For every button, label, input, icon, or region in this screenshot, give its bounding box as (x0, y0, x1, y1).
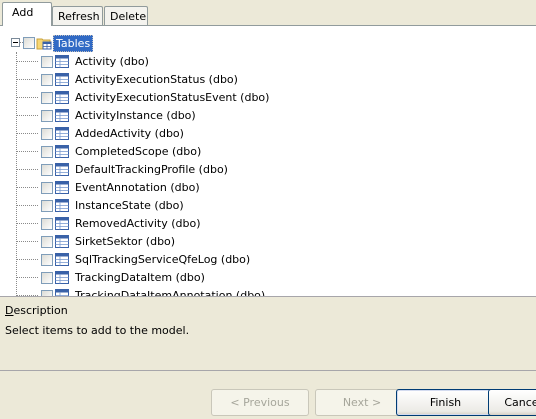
tree-item[interactable]: TrackingDataItem (dbo) (0, 269, 536, 287)
item-label: AddedActivity (dbo) (75, 127, 184, 140)
cancel-button[interactable]: Cancel (488, 389, 536, 416)
table-icon (55, 163, 69, 176)
tables-tree[interactable]: Tables Activity (dbo) ActivityExecutionSt… (0, 26, 536, 296)
item-label: TrackingDataItemAnnotation (dbo) (75, 289, 266, 296)
item-checkbox[interactable] (41, 74, 53, 86)
tree-connector (17, 277, 38, 278)
item-label: RemovedActivity (dbo) (75, 217, 201, 230)
tree-item[interactable]: EventAnnotation (dbo) (0, 179, 536, 197)
table-icon (55, 181, 69, 194)
tree-item[interactable]: InstanceState (dbo) (0, 197, 536, 215)
item-checkbox[interactable] (41, 218, 53, 230)
tree-item[interactable]: CompletedScope (dbo) (0, 143, 536, 161)
table-icon (55, 217, 69, 230)
tree-connector (17, 61, 38, 62)
item-label: CompletedScope (dbo) (75, 145, 202, 158)
table-icon (55, 199, 69, 212)
table-icon (55, 145, 69, 158)
item-label: ActivityInstance (dbo) (75, 109, 196, 122)
tab-delete[interactable]: Delete (104, 6, 148, 26)
item-label: InstanceState (dbo) (75, 199, 184, 212)
table-icon (55, 235, 69, 248)
description-text: Select items to add to the model. (5, 324, 190, 337)
tree-item[interactable]: SirketSektor (dbo) (0, 233, 536, 251)
tree-item[interactable]: ActivityExecutionStatusEvent (dbo) (0, 89, 536, 107)
finish-button[interactable]: Finish (396, 389, 495, 416)
tree-connector (17, 97, 38, 98)
root-checkbox[interactable] (23, 37, 35, 49)
tree-item[interactable]: SqlTrackingServiceQfeLog (dbo) (0, 251, 536, 269)
tree-connector (17, 115, 38, 116)
table-icon (55, 253, 69, 266)
tree-connector (17, 187, 38, 188)
tree-connector (17, 205, 38, 206)
table-icon (55, 55, 69, 68)
item-checkbox[interactable] (41, 56, 53, 68)
item-checkbox[interactable] (41, 128, 53, 140)
tab-strip: Add Refresh Delete (0, 0, 536, 26)
tree-root-tables[interactable]: Tables (0, 34, 300, 52)
item-checkbox[interactable] (41, 200, 53, 212)
item-checkbox[interactable] (41, 146, 53, 158)
tree-item[interactable]: ActivityInstance (dbo) (0, 107, 536, 125)
tree-item[interactable]: ActivityExecutionStatus (dbo) (0, 71, 536, 89)
next-button[interactable]: Next > (315, 389, 409, 416)
table-icon (55, 91, 69, 104)
table-icon (55, 73, 69, 86)
tree-item[interactable]: AddedActivity (dbo) (0, 125, 536, 143)
item-label: ActivityExecutionStatus (dbo) (75, 73, 238, 86)
item-checkbox[interactable] (41, 254, 53, 266)
table-icon (55, 109, 69, 122)
tree-connector (17, 259, 38, 260)
item-checkbox[interactable] (41, 182, 53, 194)
description-panel: Description Select items to add to the m… (0, 296, 536, 371)
description-title: Description (5, 304, 68, 317)
tree-item[interactable]: DefaultTrackingProfile (dbo) (0, 161, 536, 179)
tables-folder-icon (36, 38, 52, 50)
tree-item[interactable]: TrackingDataItemAnnotation (dbo) (0, 287, 536, 296)
item-label: SqlTrackingServiceQfeLog (dbo) (75, 253, 251, 266)
item-label: SirketSektor (dbo) (75, 235, 176, 248)
tree-root-label[interactable]: Tables (53, 35, 94, 52)
item-checkbox[interactable] (41, 272, 53, 284)
tree-item[interactable]: RemovedActivity (dbo) (0, 215, 536, 233)
table-icon (55, 271, 69, 284)
tree-connector (17, 169, 38, 170)
item-checkbox[interactable] (41, 164, 53, 176)
item-checkbox[interactable] (41, 92, 53, 104)
collapse-icon[interactable] (11, 38, 20, 47)
item-checkbox[interactable] (41, 236, 53, 248)
item-label: ActivityExecutionStatusEvent (dbo) (75, 91, 270, 104)
tab-refresh[interactable]: Refresh (52, 6, 103, 26)
table-icon (55, 289, 69, 296)
description-title-rest: escription (13, 304, 68, 317)
item-label: EventAnnotation (dbo) (75, 181, 200, 194)
tree-connector (17, 241, 38, 242)
item-label: Activity (dbo) (75, 55, 149, 68)
divider (0, 370, 536, 371)
previous-button[interactable]: < Previous (211, 389, 309, 416)
table-icon (55, 127, 69, 140)
item-checkbox[interactable] (41, 110, 53, 122)
tree-item[interactable]: Activity (dbo) (0, 53, 536, 71)
item-label: DefaultTrackingProfile (dbo) (75, 163, 228, 176)
tree-connector (17, 79, 38, 80)
tree-connector (17, 133, 38, 134)
tree-connector (17, 151, 38, 152)
item-label: TrackingDataItem (dbo) (75, 271, 205, 284)
tab-add[interactable]: Add (2, 2, 52, 26)
tree-connector (17, 223, 38, 224)
